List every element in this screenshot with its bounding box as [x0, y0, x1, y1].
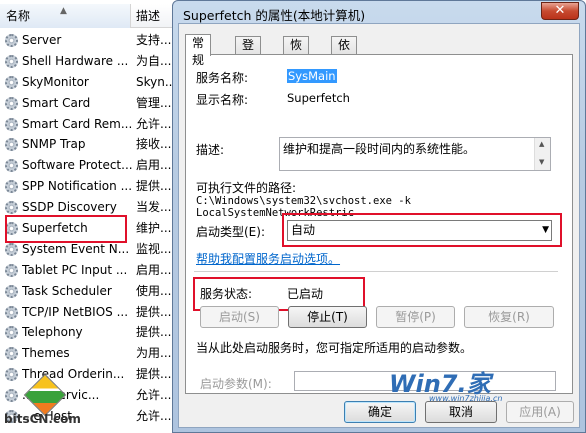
service-row[interactable]: Tablet PC Input ... 启用... — [0, 260, 180, 281]
service-name-label: 服务名称: — [196, 71, 249, 85]
help-configure-link[interactable]: 帮助我配置服务启动选项。 — [196, 250, 340, 267]
highlight-box-startup-type — [282, 213, 562, 247]
service-row-name: Telephony — [22, 325, 83, 340]
service-row-name: Tablet PC Input ... — [22, 262, 128, 277]
service-row-name: Shell Hardware ... — [22, 53, 129, 68]
service-row[interactable]: SNMP Trap 接收... — [0, 134, 180, 155]
service-row-name: Task Scheduler — [22, 283, 112, 298]
service-row[interactable]: Telephony 提供... — [0, 322, 180, 343]
service-name-value[interactable]: SysMain — [287, 69, 337, 83]
display-name-label: 显示名称: — [196, 93, 249, 107]
service-gear-icon — [5, 75, 18, 89]
service-row[interactable]: Smart Card Rem... 允许... — [0, 114, 180, 135]
bitscn-logo-text: bitsCN.com — [4, 412, 81, 426]
start-params-hint: 当从此处启动服务时，您可指定所适用的启动参数。 — [196, 341, 473, 355]
service-row[interactable]: Software Protect... 启用... — [0, 155, 180, 176]
service-gear-icon — [5, 180, 18, 194]
start-button[interactable]: 启动(S) — [200, 306, 279, 328]
service-gear-icon — [5, 96, 18, 110]
service-gear-icon — [5, 305, 18, 319]
highlight-box-superfetch — [5, 215, 127, 243]
description-text: 维护和提高一段时间内的系统性能。 — [283, 142, 476, 156]
service-gear-icon — [5, 326, 18, 340]
service-row[interactable]: Smart Card 管理... — [0, 93, 180, 114]
properties-dialog: Superfetch 的属性(本地计算机) ✕ 常规 登录 恢复 依存关系 服务… — [172, 0, 586, 433]
bitscn-logo-icon — [23, 373, 67, 417]
ok-button[interactable]: 确定 — [344, 401, 416, 423]
general-tab-panel: 服务名称: SysMain 显示名称: Superfetch 描述: 维护和提高… — [185, 54, 573, 394]
service-gear-icon — [5, 34, 18, 47]
divider — [194, 271, 558, 272]
tab-dependencies[interactable]: 依存关系 — [331, 36, 358, 103]
service-row[interactable]: Themes 为用... — [0, 343, 180, 364]
service-row[interactable]: Server 支持... — [0, 30, 180, 51]
tab-logon[interactable]: 登录 — [235, 36, 262, 69]
display-name-value[interactable]: Superfetch — [287, 91, 350, 105]
service-row[interactable]: Task Scheduler 使用... — [0, 281, 180, 302]
service-gear-icon — [5, 54, 18, 68]
column-header-desc[interactable]: 描述 — [136, 4, 160, 28]
resume-button[interactable]: 恢复(R) — [464, 306, 554, 328]
service-row-name: Smart Card Rem... — [22, 116, 132, 131]
scroll-up-icon[interactable]: ▲ — [539, 140, 544, 148]
tab-general[interactable]: 常规 — [185, 34, 212, 67]
service-row-name: SNMP Trap — [22, 137, 86, 152]
bitscn-logo: bitsCN.com — [4, 373, 100, 430]
services-list-panel: 名称 ▲ 描述 Server 支持... Shell Hardware ... 为自.… — [0, 0, 180, 433]
service-row-name: SPP Notification ... — [22, 179, 132, 194]
service-gear-icon — [5, 284, 18, 298]
close-button[interactable]: ✕ — [541, 2, 579, 20]
service-row[interactable]: Shell Hardware ... 为自... — [0, 51, 180, 72]
service-row[interactable]: SPP Notification ... 提供... — [0, 176, 180, 197]
description-box[interactable]: 维护和提高一段时间内的系统性能。 ▲ ▼ — [279, 137, 551, 171]
stop-button[interactable]: 停止(T) — [288, 306, 367, 328]
services-list-header: 名称 ▲ 描述 — [0, 4, 180, 28]
start-params-label: 启动参数(M): — [200, 377, 272, 391]
apply-button[interactable]: 应用(A) — [506, 401, 574, 423]
service-gear-icon — [5, 117, 18, 131]
close-icon: ✕ — [554, 3, 566, 18]
dialog-title: Superfetch 的属性(本地计算机) — [183, 8, 366, 23]
exe-path-label: 可执行文件的路径: — [196, 181, 297, 195]
service-row-name: SkyMonitor — [22, 74, 89, 89]
service-gear-icon — [5, 138, 18, 152]
service-row[interactable]: TCP/IP NetBIOS ... 提供... — [0, 302, 180, 323]
pause-button[interactable]: 暂停(P) — [376, 306, 455, 328]
service-row-name: TCP/IP NetBIOS ... — [22, 304, 129, 319]
service-gear-icon — [5, 242, 18, 256]
service-gear-icon — [5, 263, 18, 277]
service-gear-icon — [5, 201, 18, 215]
scroll-down-icon[interactable]: ▼ — [539, 158, 544, 166]
service-gear-icon — [5, 347, 18, 361]
service-row-name: Smart Card — [22, 95, 91, 110]
service-gear-icon — [5, 159, 18, 173]
cancel-button[interactable]: 取消 — [425, 401, 497, 423]
service-row-name: Themes — [22, 346, 70, 361]
service-row-name: Software Protect... — [22, 158, 132, 173]
service-row[interactable]: SkyMonitor Skyn... — [0, 72, 180, 93]
startup-type-label: 启动类型(E): — [196, 225, 265, 239]
dialog-client-area: 常规 登录 恢复 依存关系 服务名称: SysMain 显示名称: Superf… — [178, 23, 580, 428]
service-row-name: Server — [22, 33, 62, 47]
tab-recovery[interactable]: 恢复 — [283, 36, 310, 69]
sort-ascending-icon: ▲ — [60, 6, 67, 16]
description-scrollbar[interactable]: ▲ ▼ — [534, 138, 550, 170]
description-label: 描述: — [196, 143, 225, 157]
